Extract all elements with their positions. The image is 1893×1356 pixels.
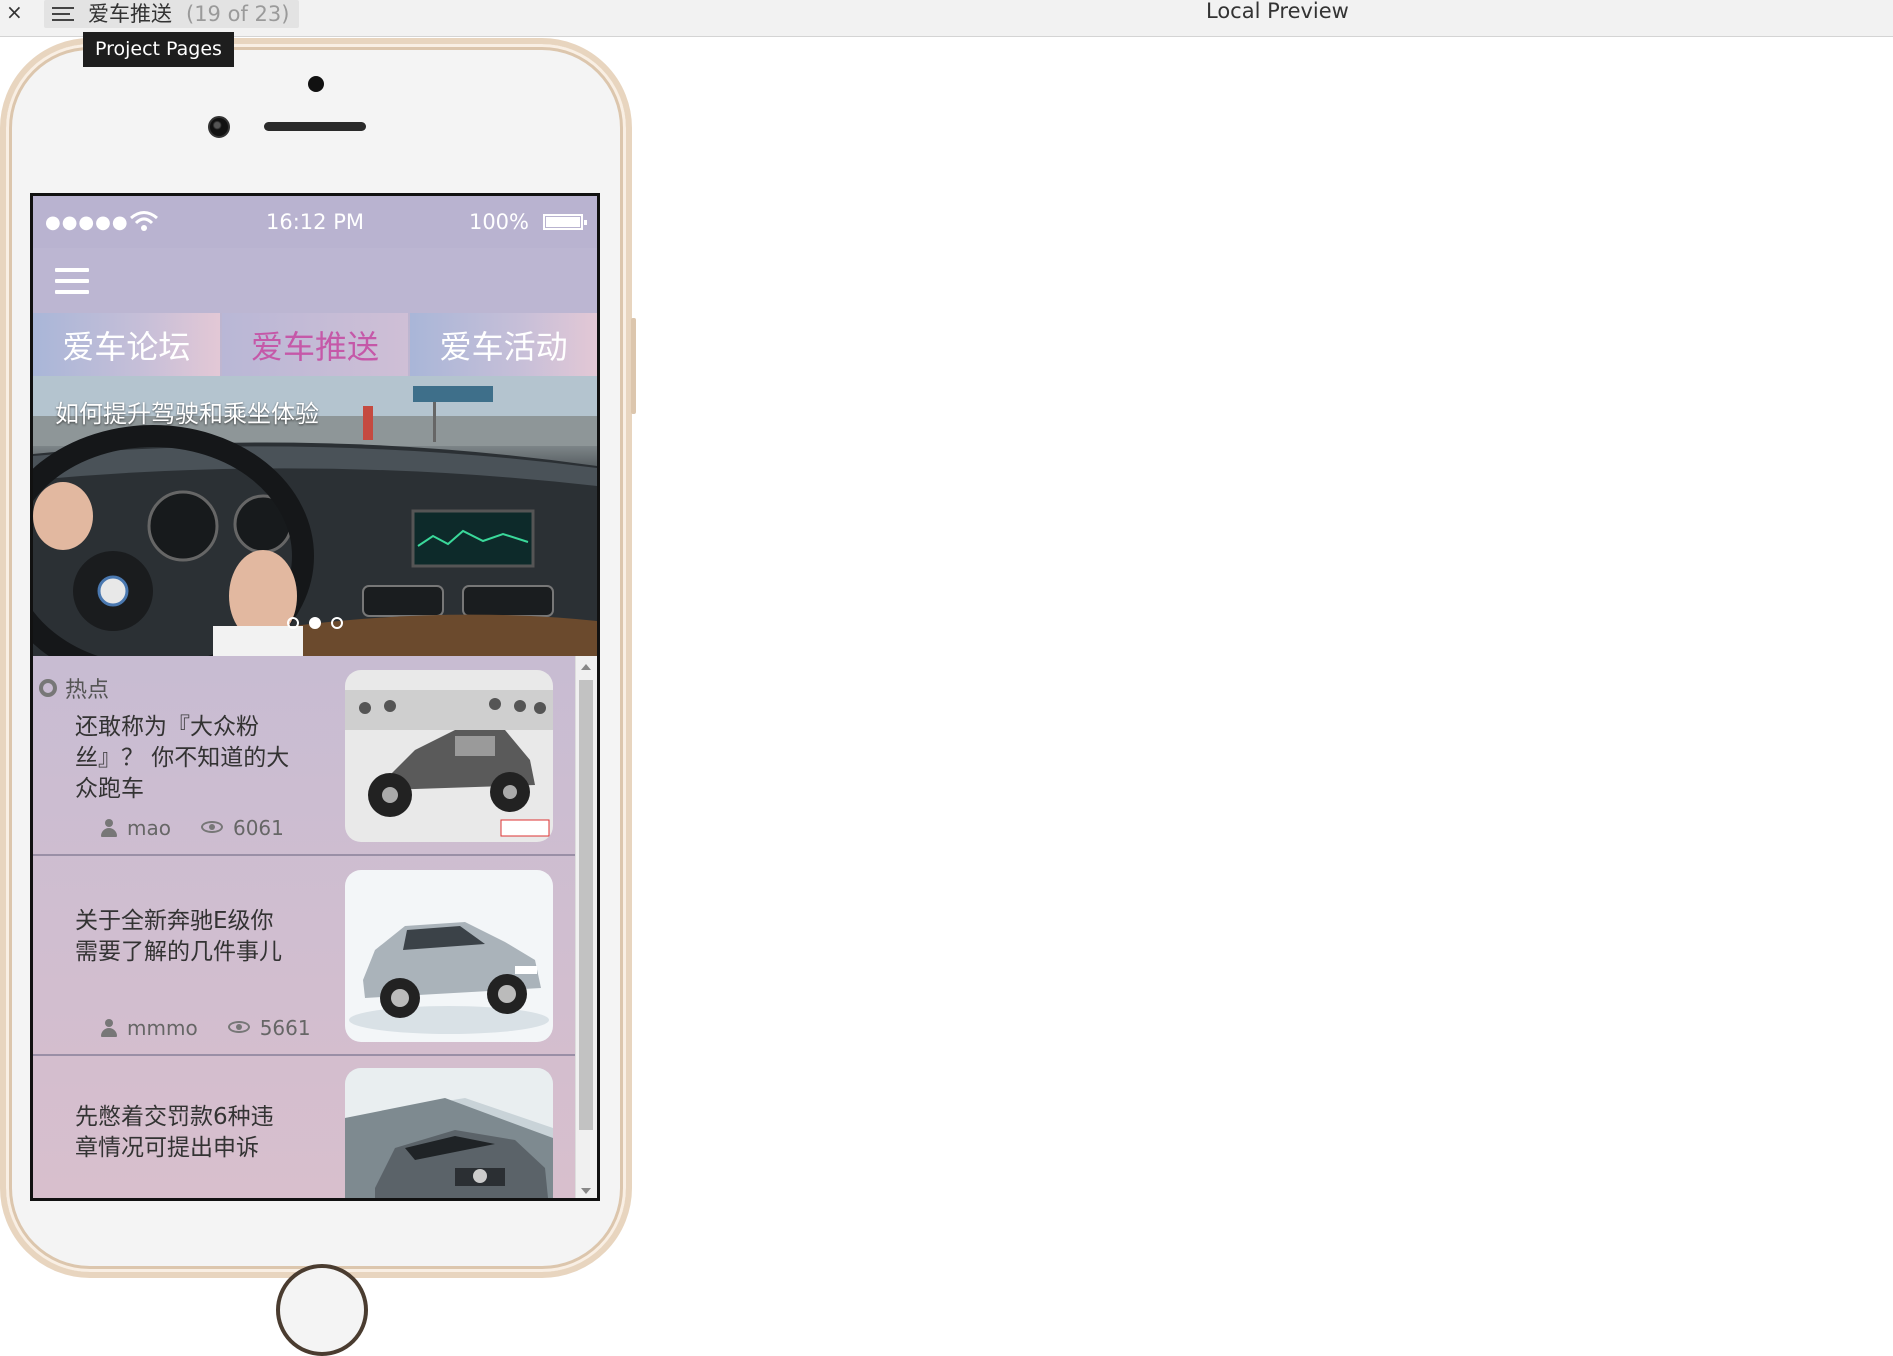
article-views: 6061 (232, 816, 284, 840)
project-pages-dropdown[interactable]: 爱车推送 (19 of 23) (44, 0, 300, 28)
tab-car-events[interactable]: 爱车活动 (410, 313, 597, 376)
app-header (33, 248, 597, 313)
article-title: 关于全新奔驰E级你需要了解的几件事儿 (75, 908, 282, 965)
hot-tag: 热点 (39, 672, 109, 704)
article-thumbnail (345, 870, 553, 1042)
tab-car-forum[interactable]: 爱车论坛 (33, 313, 220, 376)
carousel-dot[interactable] (331, 617, 343, 629)
scrollbar-thumb[interactable] (579, 680, 593, 1130)
close-icon[interactable]: × (6, 0, 23, 24)
phone-screen: ●●●●● 16:12 PM 100% 爱车论坛 爱车推送 爱车活动 如何提升驾… (30, 193, 600, 1201)
article-views: 5661 (259, 1016, 311, 1040)
preview-toolbar: × 爱车推送 (19 of 23) Local Preview (0, 0, 1893, 37)
user-icon (101, 819, 117, 837)
current-page-name: 爱车推送 (88, 2, 172, 26)
list-item[interactable]: 关于全新奔驰E级你需要了解的几件事儿 mmmo 5661 (33, 856, 575, 1056)
project-pages-tooltip: Project Pages (83, 32, 234, 67)
home-button[interactable] (276, 1264, 368, 1356)
article-title: 先憋着交罚款6种违章情况可提出申诉 (75, 1104, 274, 1161)
article-author: mao (127, 816, 171, 840)
page-count: (19 of 23) (186, 2, 290, 26)
article-thumbnail (345, 1068, 553, 1198)
category-tabs: 爱车论坛 爱车推送 爱车活动 (33, 313, 597, 376)
hot-label: 热点 (65, 678, 110, 703)
earpiece-speaker (264, 122, 366, 131)
battery-percent: 100% (468, 210, 529, 234)
front-camera (208, 116, 230, 138)
status-bar: ●●●●● 16:12 PM 100% (33, 196, 597, 248)
scroll-down-arrow-icon[interactable] (581, 1188, 591, 1194)
article-author: mmmo (127, 1016, 198, 1040)
eye-icon (227, 1021, 252, 1035)
hamburger-menu-icon[interactable] (55, 268, 89, 296)
battery-icon (543, 214, 587, 230)
mercedes-gla-image (345, 1068, 553, 1198)
article-meta: mao 6061 (101, 816, 284, 840)
list-item[interactable]: 先憋着交罚款6种违章情况可提出申诉 (33, 1056, 575, 1198)
preview-title: Local Preview (1206, 0, 1349, 23)
carousel-indicators (33, 614, 597, 633)
banner-carousel[interactable]: 如何提升驾驶和乘坐体验 (33, 376, 597, 656)
tab-car-push[interactable]: 爱车推送 (221, 313, 409, 376)
carousel-dot[interactable] (287, 617, 299, 629)
side-button (631, 318, 636, 414)
silver-bmw-image (345, 870, 553, 1042)
list-scrollbar[interactable] (575, 656, 597, 1198)
user-icon (101, 1019, 117, 1037)
hot-ring-icon (39, 679, 57, 697)
article-thumbnail (345, 670, 553, 842)
article-list[interactable]: 热点 还敢称为『大众粉丝』？ 你不知道的大众跑车 mao 6061 关于全新奔驰… (33, 656, 597, 1198)
article-title: 还敢称为『大众粉丝』？ 你不知道的大众跑车 (75, 714, 290, 802)
carousel-dot-active[interactable] (309, 617, 321, 629)
banner-caption: 如何提升驾驶和乘坐体验 (55, 400, 319, 428)
hot-rod-image (345, 670, 553, 842)
proximity-sensor (308, 76, 324, 92)
list-item[interactable]: 热点 还敢称为『大众粉丝』？ 你不知道的大众跑车 mao 6061 (33, 656, 575, 856)
scroll-up-arrow-icon[interactable] (581, 664, 591, 670)
eye-icon (200, 821, 225, 835)
list-icon (52, 6, 74, 22)
article-meta: mmmo 5661 (101, 1016, 311, 1040)
